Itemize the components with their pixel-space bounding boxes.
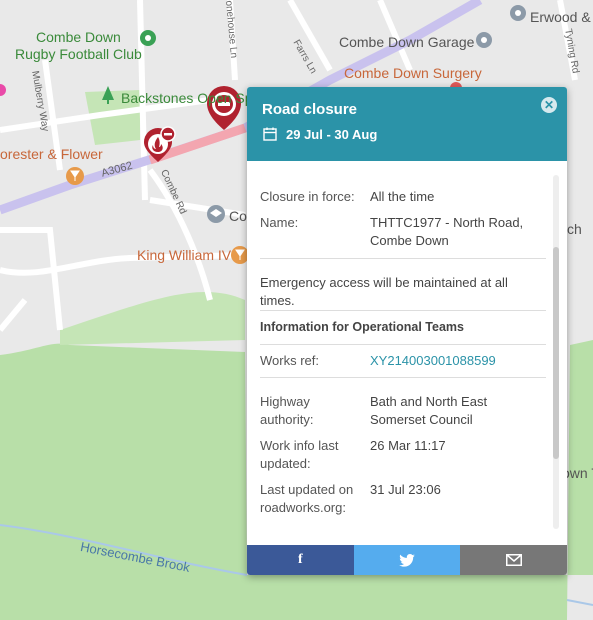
last-updated-label: Last updated on roadworks.org: [260, 482, 354, 515]
label-combe-down-garage: Combe Down Garage [339, 34, 475, 50]
share-bar: f [247, 545, 567, 575]
popup-header: Road closure 29 Jul - 30 Aug ✕ [247, 87, 567, 161]
facebook-share-button[interactable]: f [247, 545, 354, 575]
divider [260, 344, 546, 345]
label-erwood: Erwood & [530, 9, 591, 25]
works-ref-link[interactable]: XY214003001088599 [370, 352, 546, 370]
label-king-william: King William IV [137, 247, 232, 263]
label-co-partial: Co [229, 208, 247, 224]
popup-date-range: 29 Jul - 30 Aug [286, 127, 378, 142]
close-icon[interactable]: ✕ [541, 97, 557, 113]
road-closure-popup: Road closure 29 Jul - 30 Aug ✕ Closure i… [247, 87, 567, 575]
works-ref-label: Works ref: [260, 353, 319, 368]
rugby-club-pin-icon [140, 30, 156, 46]
label-combe-down-surgery: Combe Down Surgery [344, 65, 482, 81]
erwood-pin-icon [510, 5, 526, 21]
closure-in-force-label: Closure in force: [260, 189, 355, 204]
closure-in-force-value: All the time [370, 189, 435, 204]
label-forester-flower: orester & Flower [0, 146, 103, 162]
email-icon [505, 554, 522, 566]
label-backstones: Backstones Open Sp [121, 90, 253, 106]
twitter-share-button[interactable] [353, 545, 461, 575]
highway-authority-value: Bath and North East Somerset Council [370, 394, 488, 427]
divider [260, 310, 546, 311]
highway-authority-label: Highway authority: [260, 394, 314, 427]
calendar-icon [263, 127, 277, 141]
label-combe-down-rugby: Combe Down Rugby Football Club [15, 29, 142, 62]
school-icon [207, 205, 225, 223]
popup-body[interactable]: Closure in force: All the time Name: THT… [247, 161, 567, 545]
work-info-value: 26 Mar 11:17 [370, 438, 446, 453]
pub-icon [66, 167, 84, 185]
ops-heading: Information for Operational Teams [260, 320, 464, 334]
garage-pin-icon [476, 32, 492, 48]
work-info-label: Work info last updated: [260, 438, 339, 471]
label-ch-partial: ch [567, 221, 582, 237]
facebook-icon: f [298, 552, 303, 567]
twitter-icon [399, 553, 415, 567]
email-share-button[interactable] [460, 545, 567, 575]
scrollbar-thumb[interactable] [553, 247, 559, 459]
popup-title: Road closure [262, 101, 358, 118]
emergency-note: Emergency access will be maintained at a… [260, 275, 508, 308]
last-updated-value: 31 Jul 23:06 [370, 482, 441, 497]
divider [260, 377, 546, 378]
name-value: THTTC1977 - North Road, Combe Down [370, 215, 524, 248]
name-label: Name: [260, 215, 299, 230]
divider [260, 258, 546, 259]
